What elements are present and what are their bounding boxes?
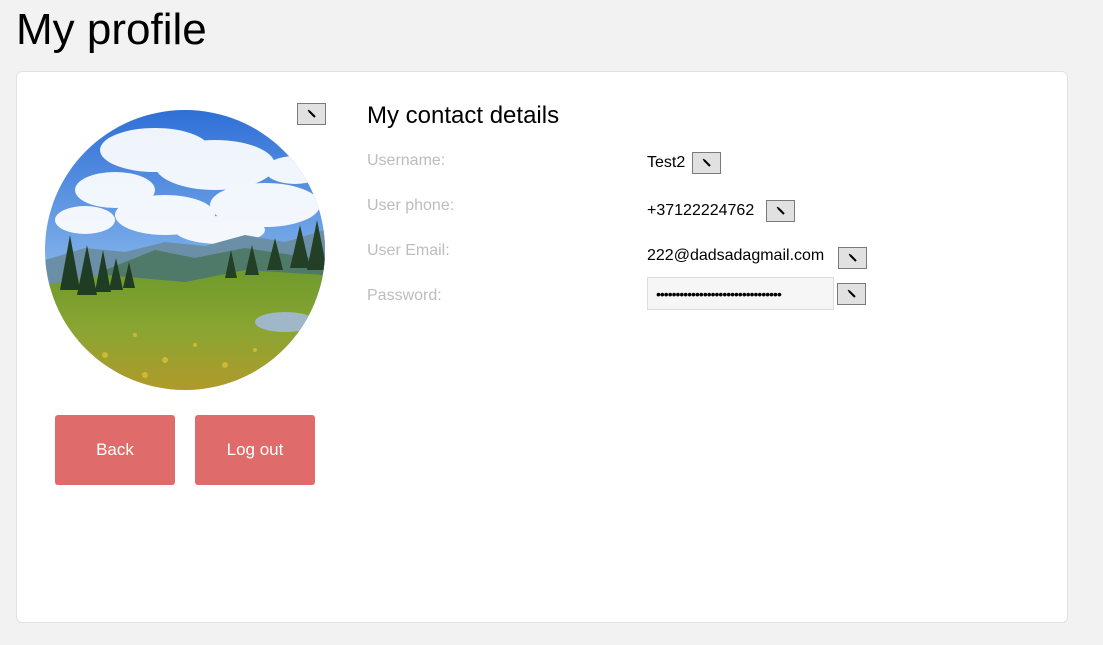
password-field[interactable]	[647, 277, 834, 310]
email-value: 222@dadsadagmail.com	[647, 247, 825, 264]
phone-label: User phone:	[367, 197, 455, 214]
page-title: My profile	[16, 5, 207, 54]
pencil-icon	[775, 205, 787, 217]
password-label: Password:	[367, 287, 442, 304]
profile-card: Back Log out My contact details Username…	[16, 71, 1068, 623]
username-value: Test2	[647, 154, 686, 171]
edit-username-button[interactable]	[692, 152, 721, 174]
avatar	[45, 110, 325, 390]
pencil-icon	[306, 108, 318, 120]
email-label: User Email:	[367, 242, 450, 259]
edit-avatar-button[interactable]	[297, 103, 326, 125]
edit-phone-button[interactable]	[766, 200, 795, 222]
username-label: Username:	[367, 152, 446, 169]
logout-button[interactable]: Log out	[195, 415, 315, 485]
phone-value: +37122224762	[647, 202, 755, 219]
pencil-icon	[701, 157, 713, 169]
back-button[interactable]: Back	[55, 415, 175, 485]
pencil-icon	[847, 252, 859, 264]
edit-password-button[interactable]	[837, 283, 866, 305]
edit-email-button[interactable]	[838, 247, 867, 269]
section-title: My contact details	[367, 102, 560, 129]
pencil-icon	[846, 288, 858, 300]
